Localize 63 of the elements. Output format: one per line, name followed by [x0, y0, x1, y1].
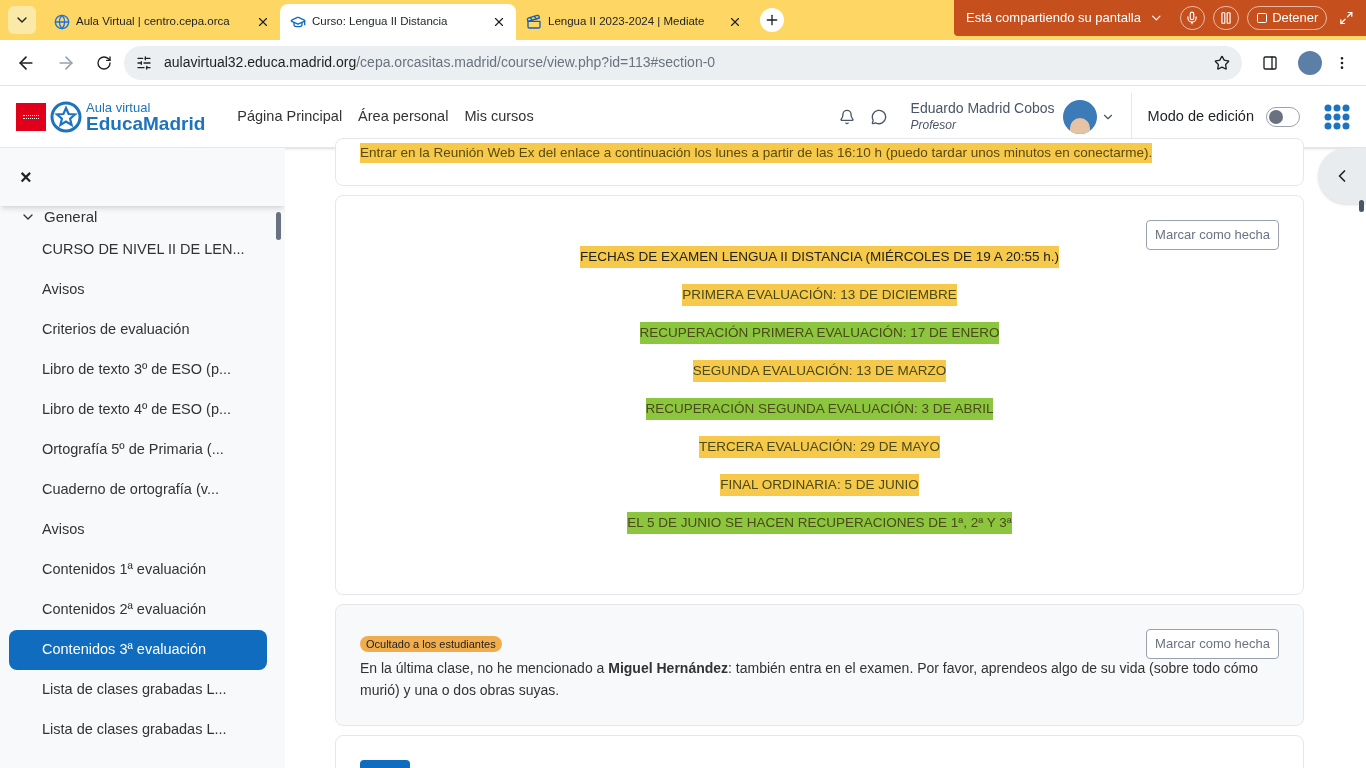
bookmark-star-icon[interactable]	[1214, 54, 1230, 71]
share-status: Está compartiendo su pantalla	[966, 9, 1141, 28]
info-text: Entrar en la Reunión Web Ex del enlace a continuación los lunes a partir de las 16:10 h (puedo tardar unos minutos en conectarme).	[360, 143, 1153, 164]
browser-tab[interactable]: Aula Virtual | centro.cepa.orca	[44, 4, 280, 40]
browser-tab[interactable]: Curso: Lengua II Distancia	[280, 4, 516, 40]
expand-icon[interactable]	[1339, 10, 1354, 26]
logo-flag-icon	[16, 102, 46, 131]
user-avatar[interactable]	[1062, 99, 1097, 134]
globe-icon	[54, 14, 70, 30]
apps-grid-icon[interactable]	[1324, 103, 1350, 130]
notification-bell-icon[interactable]	[838, 108, 855, 125]
user-role: Profesor	[910, 117, 958, 133]
sidebar-item[interactable]: Lista de clases grabadas L...	[9, 710, 267, 750]
mark-done-button[interactable]: Marcar como hecha	[1146, 629, 1279, 659]
browser-tab[interactable]: Lengua II 2023-2024 | Mediate	[516, 4, 752, 40]
address-bar[interactable]: aulavirtual32.educa.madrid.org/cepa.orcasitas.madrid/course/view.php?id=113#section-0	[124, 45, 1242, 80]
sidebar-item[interactable]: Contenidos 1ª evaluación	[9, 550, 267, 590]
tab-list-button[interactable]	[8, 6, 36, 34]
url-text: aulavirtual32.educa.madrid.org/cepa.orcasitas.madrid/course/view.php?id=113#section-0	[164, 53, 717, 72]
notice-paragraph: En la última clase, no he mencionado a Miguel Hernández: también entra en el examen. Por favor, aprendeos algo de su vida (sobre todo cómo murió) y una o dos obras suyas.	[360, 659, 1260, 700]
sidebar-item[interactable]: Cuaderno de ortografía (v...	[9, 470, 267, 510]
sidebar-item[interactable]: Lista de clases grabadas L...	[9, 670, 267, 710]
close-icon[interactable]	[492, 15, 506, 29]
tab-title: Lengua II 2023-2024 | Mediate	[548, 14, 706, 30]
nav-link[interactable]: Mis cursos	[464, 105, 534, 128]
close-icon[interactable]	[728, 15, 742, 29]
sidebar-item[interactable]: Criterios de evaluación	[9, 310, 267, 350]
side-panel-icon[interactable]	[1262, 54, 1278, 71]
sidebar-item[interactable]: Avisos	[9, 510, 267, 550]
clapperboard-icon	[526, 14, 542, 30]
close-icon[interactable]	[256, 15, 270, 29]
logo-title: EducaMadrid	[86, 113, 206, 133]
profile-avatar[interactable]	[1298, 50, 1322, 75]
graduation-cap-icon	[290, 14, 306, 30]
message-icon[interactable]	[870, 108, 887, 125]
close-drawer-button[interactable]: ×	[20, 167, 32, 187]
sidebar-item[interactable]: Contenidos 2ª evaluación	[9, 590, 267, 630]
edit-mode-label: Modo de edición	[1147, 106, 1254, 126]
hidden-badge: Ocultado a los estudiantes	[360, 636, 502, 652]
stop-icon	[1256, 12, 1269, 24]
plus-icon	[764, 12, 780, 28]
nav-link[interactable]: Área personal	[358, 105, 449, 128]
new-tab-button[interactable]	[760, 8, 784, 32]
sidebar-item[interactable]: Libro de texto 4º de ESO (p...	[9, 390, 267, 430]
mark-done-button[interactable]: Marcar como hecha	[1146, 220, 1279, 250]
pause-icon	[1219, 11, 1234, 25]
tab-title: Curso: Lengua II Distancia	[312, 14, 449, 30]
sidebar-item[interactable]: CURSO DE NIVEL II DE LEN...	[9, 230, 267, 270]
reload-icon[interactable]	[96, 54, 112, 71]
sidebar-item[interactable]: Ortografía 5º de Primaria (...	[9, 430, 267, 470]
sidebar-item[interactable]: Avisos	[9, 270, 267, 310]
edit-mode-toggle[interactable]	[1266, 106, 1300, 127]
scrollbar-thumb[interactable]	[276, 212, 281, 240]
nav-link[interactable]: Página Principal	[237, 105, 343, 128]
sidebar-item[interactable]: Contenidos 3ª evaluación	[9, 630, 267, 670]
star-logo-icon	[50, 100, 82, 133]
page-scrollbar-thumb[interactable]	[1359, 200, 1364, 212]
tab-title: Aula Virtual | centro.cepa.orca	[76, 14, 231, 30]
user-name: Eduardo Madrid Cobos	[910, 100, 1055, 118]
sidebar-item[interactable]: Libro de texto 3º de ESO (p...	[9, 350, 267, 390]
site-settings-icon[interactable]	[136, 54, 152, 71]
logo-subtitle: Aula virtual	[86, 100, 152, 114]
microphone-icon	[1185, 11, 1200, 25]
